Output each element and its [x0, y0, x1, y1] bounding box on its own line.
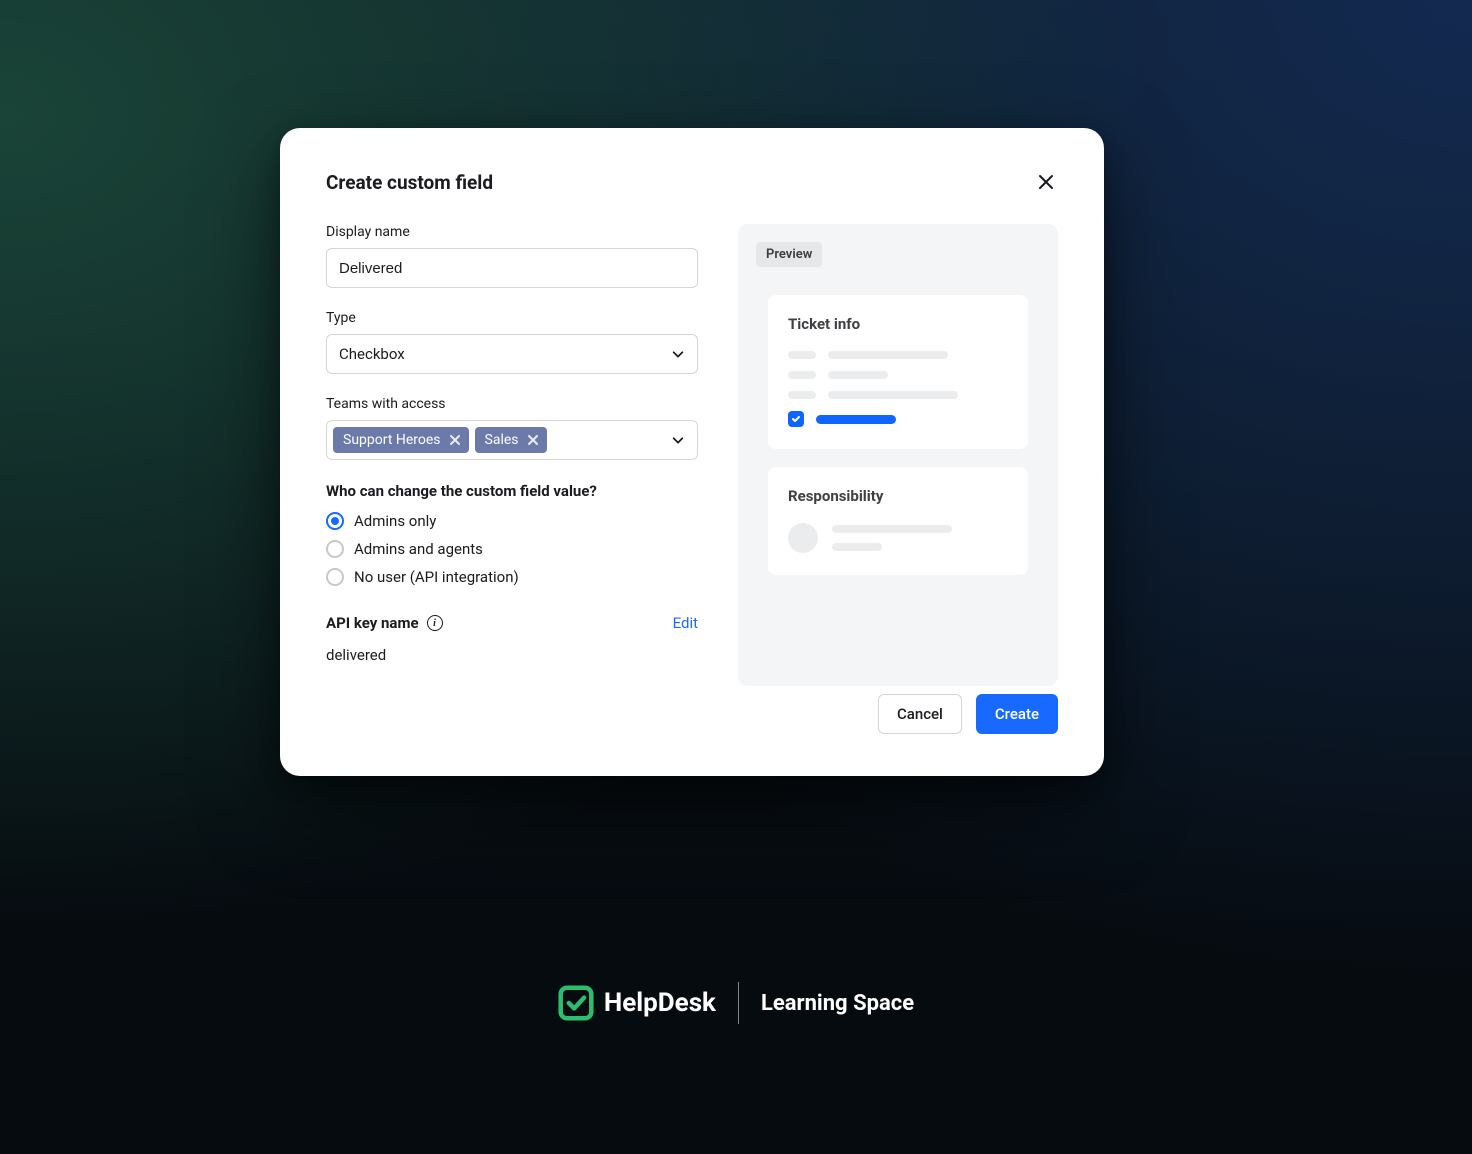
modal-footer: Cancel Create — [326, 694, 1058, 734]
radio-indicator — [326, 540, 344, 558]
radio-label: Admins and agents — [354, 540, 483, 558]
create-custom-field-modal: Create custom field Display name Type Ch… — [280, 128, 1104, 776]
permissions-heading: Who can change the custom field value? — [326, 482, 698, 500]
brand-footer: HelpDesk Learning Space — [0, 982, 1472, 1024]
display-name-input[interactable] — [326, 248, 698, 288]
type-group: Type Checkbox — [326, 310, 698, 374]
team-tag-label: Support Heroes — [343, 432, 441, 448]
cancel-button[interactable]: Cancel — [878, 694, 962, 734]
brand-divider — [738, 982, 739, 1024]
radio-indicator — [326, 568, 344, 586]
checkbox-preview-icon — [788, 411, 804, 427]
api-key-row: API key name i Edit — [326, 614, 698, 632]
responsibility-title: Responsibility — [788, 487, 1008, 505]
create-button[interactable]: Create — [976, 694, 1058, 734]
team-tag: Support Heroes — [333, 427, 469, 453]
modal-header: Create custom field — [326, 170, 1058, 194]
info-icon[interactable]: i — [427, 615, 443, 631]
preview-panel: Preview Ticket info Responsibility — [738, 224, 1058, 686]
type-value: Checkbox — [339, 345, 405, 363]
permissions-section: Who can change the custom field value? A… — [326, 482, 698, 586]
brand-name: HelpDesk — [604, 988, 716, 1018]
helpdesk-logo-icon — [558, 985, 594, 1021]
radio-label: Admins only — [354, 512, 436, 530]
api-key-value: delivered — [326, 646, 698, 664]
display-name-label: Display name — [326, 224, 698, 240]
edit-api-key-link[interactable]: Edit — [673, 614, 698, 632]
modal-title: Create custom field — [326, 171, 493, 194]
remove-tag-icon[interactable] — [527, 434, 539, 446]
teams-group: Teams with access Support Heroes Sales — [326, 396, 698, 460]
avatar-skeleton — [788, 523, 818, 553]
brand-logo: HelpDesk — [558, 985, 716, 1021]
type-select[interactable]: Checkbox — [326, 334, 698, 374]
radio-label: No user (API integration) — [354, 568, 519, 586]
api-key-label: API key name — [326, 614, 419, 632]
type-label: Type — [326, 310, 698, 326]
radio-admins-only[interactable]: Admins only — [326, 512, 698, 530]
preview-badge: Preview — [756, 242, 822, 267]
teams-label: Teams with access — [326, 396, 698, 412]
ticket-info-card: Ticket info — [768, 295, 1028, 449]
teams-tags: Support Heroes Sales — [333, 427, 665, 453]
brand-subtitle: Learning Space — [761, 991, 914, 1016]
team-tag: Sales — [475, 427, 547, 453]
form-column: Display name Type Checkbox Teams with ac… — [326, 224, 698, 694]
teams-select[interactable]: Support Heroes Sales — [326, 420, 698, 460]
display-name-group: Display name — [326, 224, 698, 288]
team-tag-label: Sales — [485, 432, 519, 448]
close-icon — [1038, 174, 1054, 190]
chevron-down-icon — [671, 347, 685, 361]
close-button[interactable] — [1034, 170, 1058, 194]
chevron-down-icon — [671, 433, 685, 447]
remove-tag-icon[interactable] — [449, 434, 461, 446]
preview-column: Preview Ticket info Responsibility — [738, 224, 1058, 694]
radio-indicator — [326, 512, 344, 530]
ticket-info-title: Ticket info — [788, 315, 1008, 333]
radio-no-user[interactable]: No user (API integration) — [326, 568, 698, 586]
responsibility-card: Responsibility — [768, 467, 1028, 575]
radio-admins-agents[interactable]: Admins and agents — [326, 540, 698, 558]
